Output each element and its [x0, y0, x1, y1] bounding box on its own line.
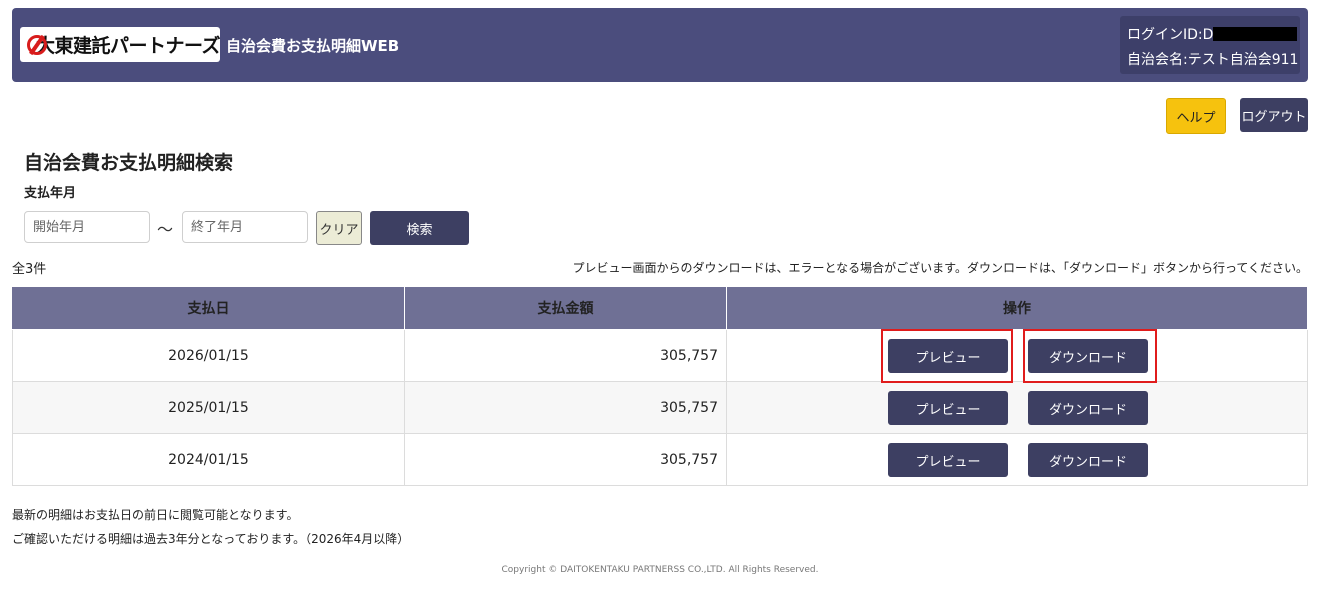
app-title: 自治会費お支払明細WEB — [226, 37, 400, 55]
download-notice: プレビュー画面からのダウンロードは、エラーとなる場合がございます。ダウンロードは… — [572, 261, 1309, 275]
download-button[interactable]: ダウンロード — [1028, 339, 1148, 373]
actions-cell: プレビュー ダウンロード — [726, 433, 1308, 486]
company-logo[interactable]: 大東建託パートナーズ — [20, 27, 221, 62]
logout-button[interactable]: ログアウト — [1240, 98, 1308, 132]
actions-cell: プレビュー ダウンロード — [726, 329, 1308, 383]
help-button[interactable]: ヘルプ — [1166, 98, 1226, 134]
payment-amount-cell: 305,757 — [404, 381, 727, 434]
clear-button[interactable]: クリア — [316, 211, 362, 245]
result-count: 全3件 — [12, 262, 47, 277]
copyright-text: Copyright © DAITOKENTAKU PARTNERSS CO.,L… — [501, 565, 819, 575]
table-row: 2024/01/15 305,757 プレビュー ダウンロード — [12, 433, 1308, 486]
table-row: 2026/01/15 305,757 プレビュー ダウンロード — [12, 329, 1308, 383]
preview-button[interactable]: プレビュー — [888, 339, 1008, 373]
actions-cell: プレビュー ダウンロード — [726, 381, 1308, 434]
preview-button[interactable]: プレビュー — [888, 443, 1008, 477]
user-info-box: ログインID:D 自治会名:テスト自治会911 — [1120, 16, 1300, 74]
header-bar: 大東建託パートナーズ 自治会費お支払明細WEB ログインID:D 自治会名:テス… — [12, 8, 1308, 82]
column-header-actions: 操作 — [726, 286, 1308, 330]
table-row: 2025/01/15 305,757 プレビュー ダウンロード — [12, 381, 1308, 434]
payment-date-cell: 2025/01/15 — [12, 381, 405, 434]
search-button[interactable]: 検索 — [370, 211, 469, 245]
column-header-date: 支払日 — [12, 286, 405, 330]
table-header-row: 支払日 支払金額 操作 — [12, 286, 1308, 330]
start-month-input[interactable] — [24, 211, 150, 243]
page-title: 自治会費お支払明細検索 — [24, 152, 234, 174]
payment-date-cell: 2024/01/15 — [12, 433, 405, 486]
download-button[interactable]: ダウンロード — [1028, 443, 1148, 477]
preview-button[interactable]: プレビュー — [888, 391, 1008, 425]
payment-amount-cell: 305,757 — [404, 329, 727, 382]
payment-month-label: 支払年月 — [24, 186, 77, 201]
logo-text: 大東建託パートナーズ — [35, 35, 221, 57]
payment-amount-cell: 305,757 — [404, 433, 727, 486]
results-table: 支払日 支払金額 操作 2026/01/15 305,757 プレビュー ダウン… — [12, 286, 1308, 486]
column-header-amount: 支払金額 — [404, 286, 727, 330]
footnote-retention: ご確認いただける明細は過去3年分となっております。（2026年4月以降） — [12, 532, 410, 546]
payment-date-cell: 2026/01/15 — [12, 329, 405, 382]
association-name: 自治会名:テスト自治会911 — [1127, 52, 1299, 68]
end-month-input[interactable] — [182, 211, 308, 243]
download-button[interactable]: ダウンロード — [1028, 391, 1148, 425]
footnote-availability: 最新の明細はお支払日の前日に閲覧可能となります。 — [12, 508, 299, 522]
range-separator: 〜 — [157, 220, 174, 239]
redacted-id — [1213, 27, 1298, 41]
login-id: ログインID:D — [1127, 24, 1298, 44]
logo-mark-icon — [26, 34, 47, 56]
